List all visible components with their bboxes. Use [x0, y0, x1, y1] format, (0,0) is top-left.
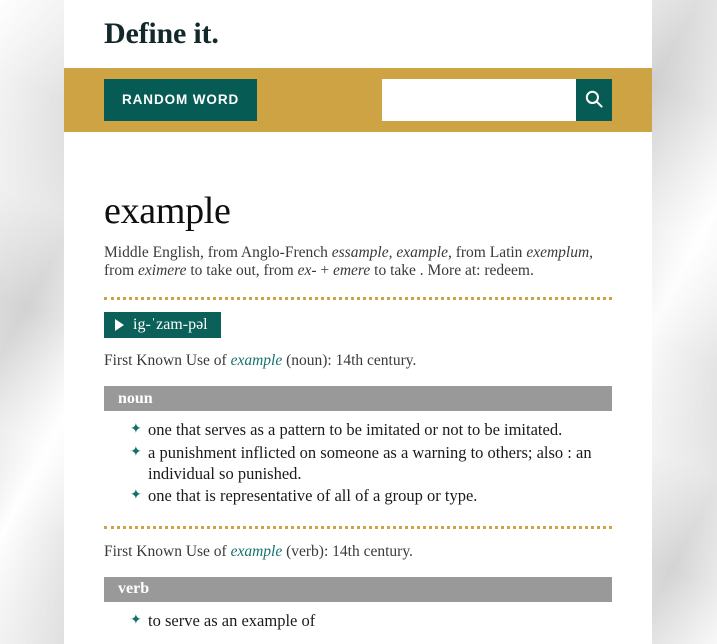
clover-bullet-icon: ✦ [130, 488, 142, 504]
sense-item: ✦ a punishment inflicted on someone as a … [130, 442, 612, 485]
search-area [382, 79, 612, 121]
play-icon [115, 319, 124, 332]
headword: example [104, 190, 231, 232]
etymology-italic-term: emere [332, 262, 371, 280]
divider-dotted [104, 526, 612, 530]
sense-text: one that is representative of all of a g… [148, 486, 478, 506]
random-word-button[interactable]: RANDOM WORD [104, 79, 258, 121]
sense-text: a punishment inflicted on someone as a w… [148, 442, 592, 483]
clover-bullet-icon: ✦ [130, 612, 142, 628]
sense-item: ✦ to serve as an example of [130, 610, 612, 632]
search-icon [584, 89, 604, 112]
first-known-use-suffix: (noun): 14th century. [282, 352, 417, 370]
sense-item: ✦ one that is representative of all of a … [130, 486, 612, 507]
etymology-run: to take . More at: redeem. [370, 262, 534, 280]
dictionary-entry: example Middle English, from Anglo-Frenc… [64, 132, 652, 632]
etymology-italic-term: eximere [138, 262, 187, 280]
part-of-speech-bar-noun: noun [104, 386, 612, 412]
sense-item: ✦ one that serves as a pattern to be imit… [130, 420, 612, 441]
etymology-text: Middle English, from Anglo-French essamp… [104, 244, 612, 281]
search-button[interactable] [576, 79, 612, 121]
pronunciation-text: ig-ˈzam-pəl [133, 316, 208, 334]
etymology-italic-term: ex- [297, 262, 317, 280]
etymology-italic-term: exemplum [526, 243, 590, 261]
page-content-column: Define it. RANDOM WORD example Middle En… [64, 0, 652, 644]
sense-text: to serve as an example of [148, 610, 316, 630]
etymology-run: Middle English, from Anglo-French [104, 243, 332, 261]
sense-list: ✦ to serve as an example of [104, 611, 612, 632]
sense-sections: First Known Use of example (noun): 14th … [104, 352, 612, 631]
first-known-use-prefix: First Known Use of [104, 543, 231, 561]
clover-bullet-icon: ✦ [130, 422, 142, 438]
sense-list: ✦ one that serves as a pattern to be imit… [104, 420, 612, 507]
first-known-use-suffix: (verb): 14th century. [282, 543, 413, 561]
etymology-run: to take out, from [186, 262, 298, 280]
first-known-use-word-link[interactable]: example [231, 352, 283, 369]
first-known-use: First Known Use of example (verb): 14th … [104, 543, 612, 562]
divider-dotted [104, 297, 612, 301]
etymology-italic-term: essample, example [331, 243, 448, 261]
etymology-run: + [316, 262, 333, 280]
part-of-speech-bar-verb: verb [104, 576, 612, 602]
first-known-use-word-link[interactable]: example [231, 543, 283, 560]
part-of-speech-label: verb [118, 580, 150, 598]
pronunciation-play-button[interactable]: ig-ˈzam-pəl [104, 312, 221, 339]
utility-bar: RANDOM WORD [64, 68, 652, 132]
etymology-run: , from Latin [447, 243, 527, 261]
masthead: Define it. [64, 0, 652, 68]
first-known-use: First Known Use of example (noun): 14th … [104, 352, 612, 371]
clover-bullet-icon: ✦ [130, 444, 142, 460]
first-known-use-prefix: First Known Use of [104, 352, 231, 370]
sense-text: one that serves as a pattern to be imita… [148, 420, 563, 440]
part-of-speech-label: noun [118, 389, 153, 407]
site-title: Define it. [104, 17, 219, 50]
search-input[interactable] [382, 79, 576, 121]
